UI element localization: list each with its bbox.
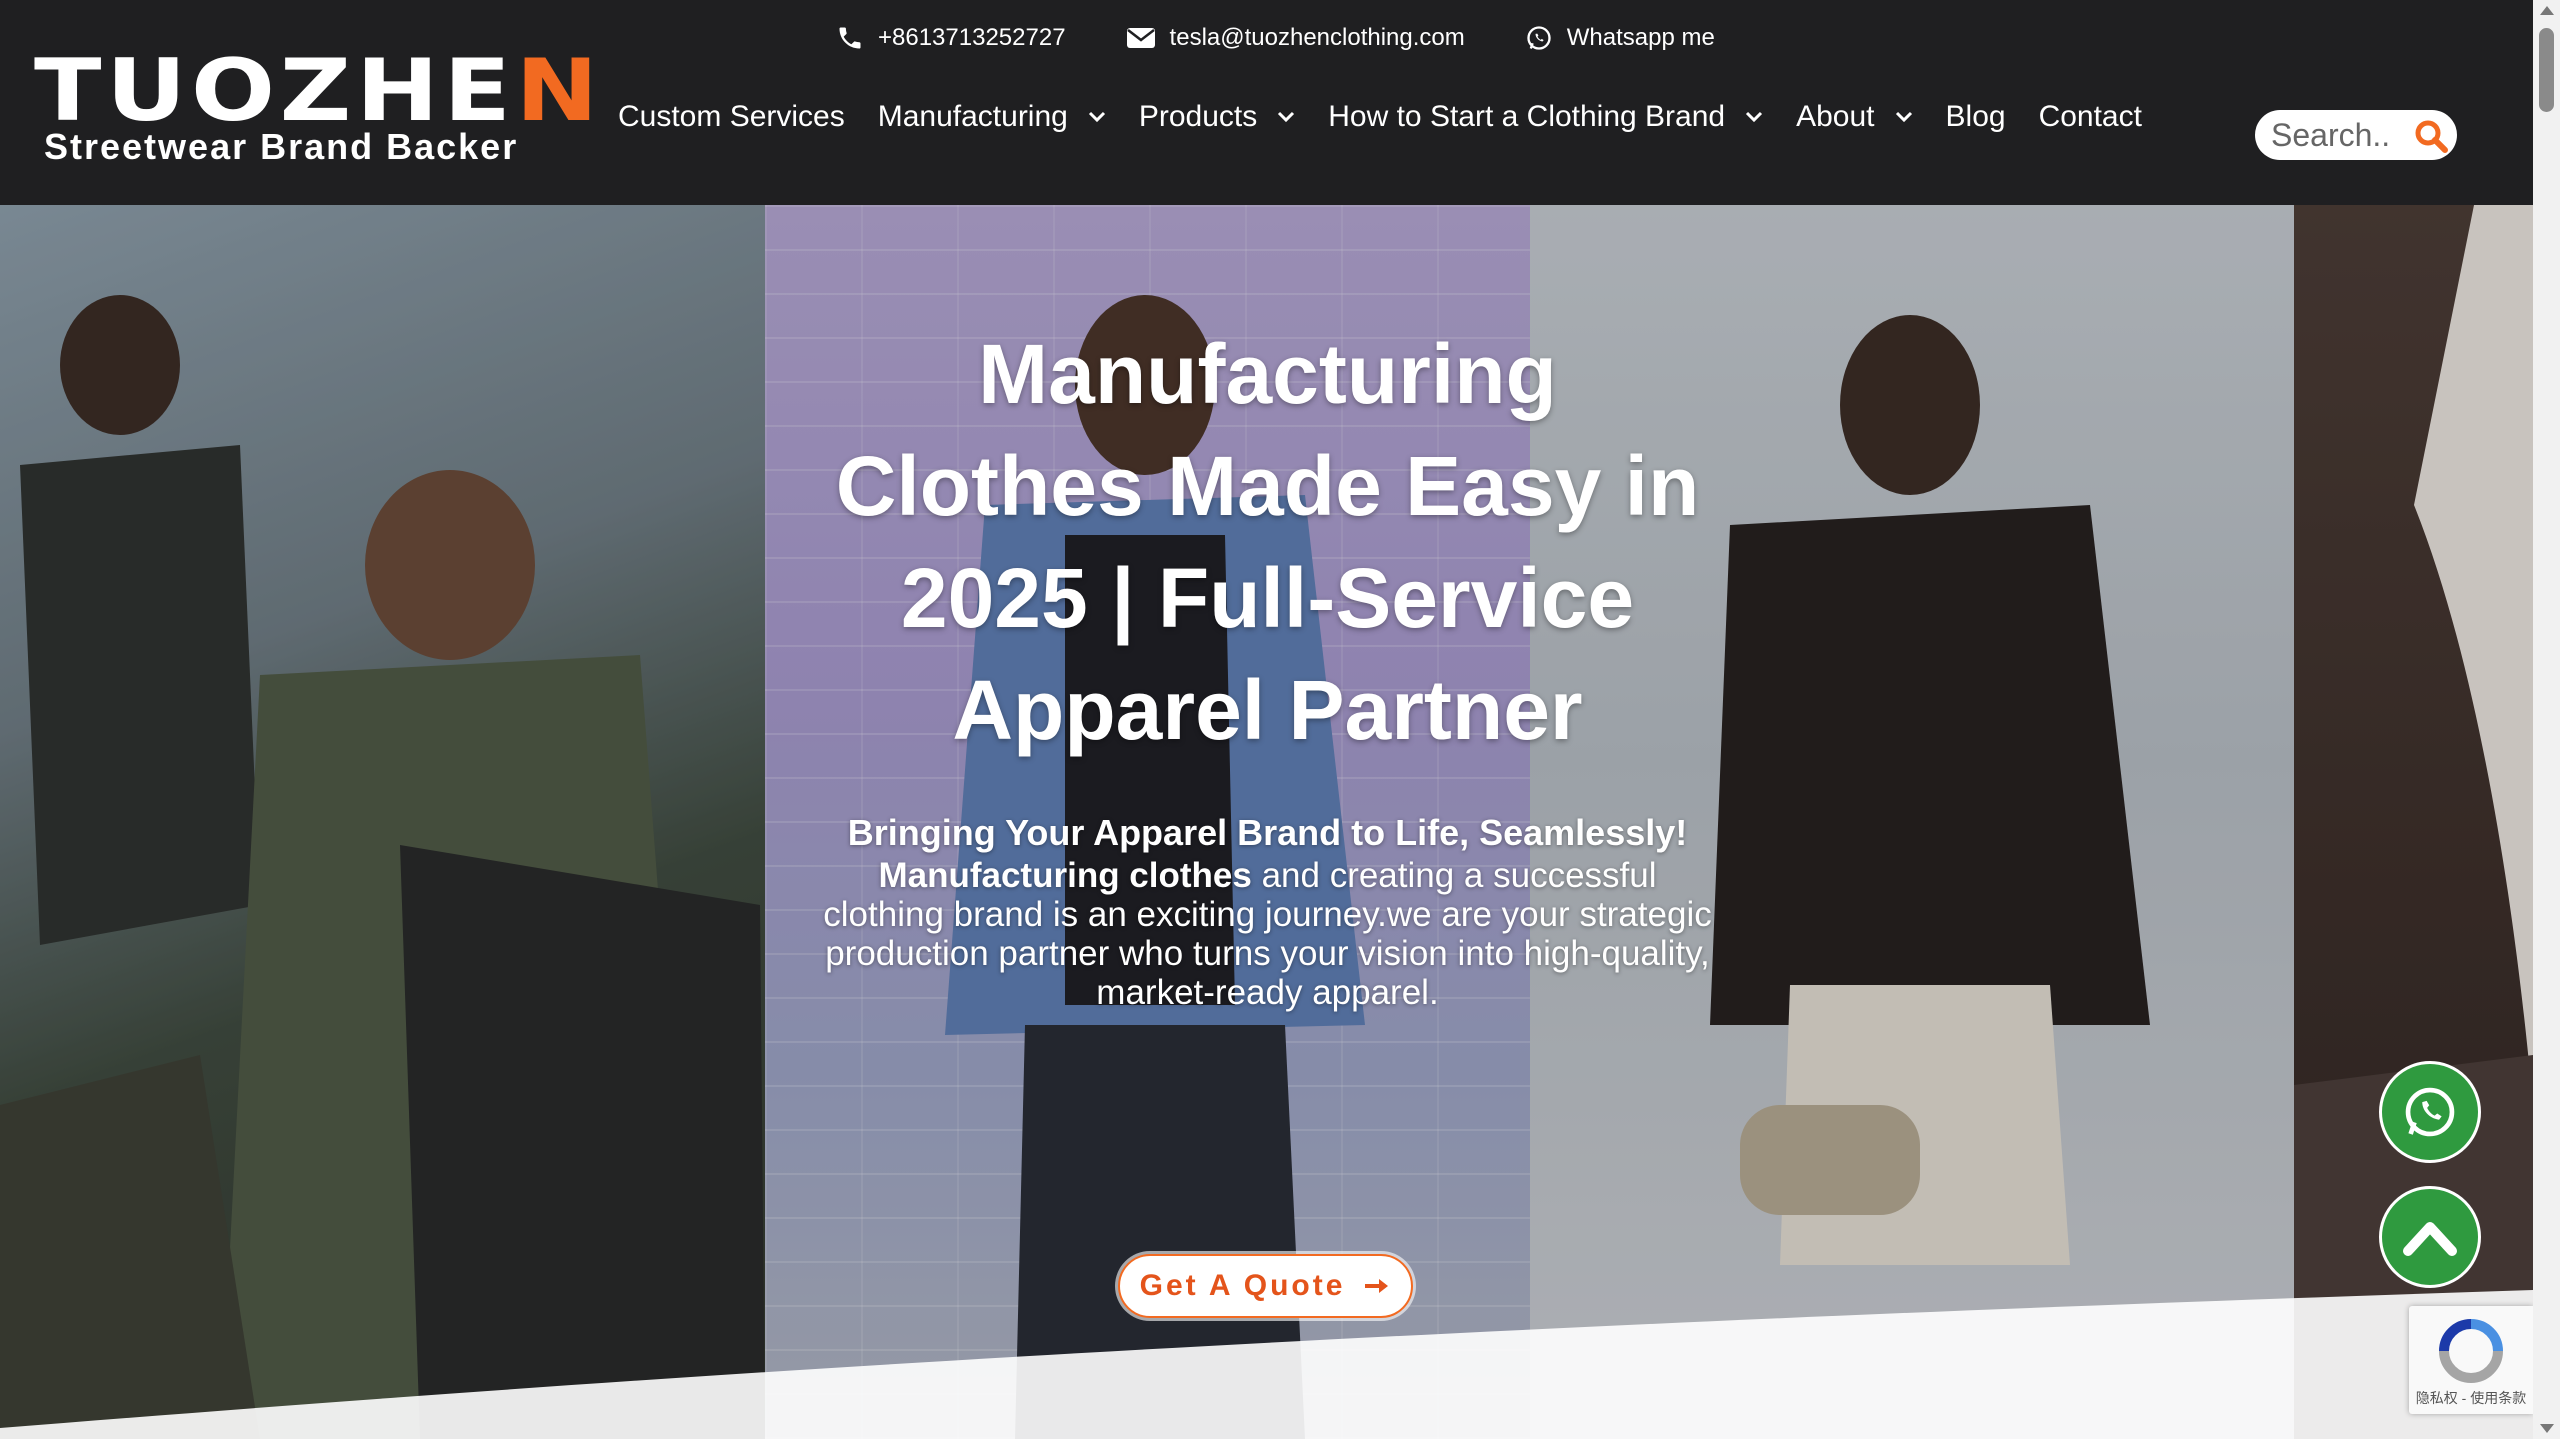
logo-wordmark: TUOZHEN <box>34 41 603 141</box>
recaptcha-footer[interactable]: 隐私权 - 使用条款 <box>2409 1388 2533 1408</box>
recaptcha-badge[interactable]: 隐私权 - 使用条款 <box>2409 1306 2533 1414</box>
recaptcha-icon <box>2439 1319 2503 1383</box>
nav-how-to-start[interactable]: How to Start a Clothing Brand <box>1328 100 1763 134</box>
whatsapp-float-button[interactable] <box>2379 1061 2481 1163</box>
email-address: tesla@tuozhenclothing.com <box>1169 24 1465 51</box>
search-box <box>2255 110 2457 160</box>
whatsapp-icon <box>2405 1087 2455 1137</box>
scroll-up-arrow[interactable] <box>2540 6 2554 15</box>
nav-custom-services[interactable]: Custom Services <box>618 100 845 134</box>
nav-blog[interactable]: Blog <box>1946 100 2006 134</box>
phone-icon <box>839 27 861 49</box>
nav-label: Blog <box>1945 100 2006 133</box>
whatsapp-contact[interactable]: Whatsapp me <box>1525 24 1715 52</box>
scroll-thumb[interactable] <box>2539 28 2554 112</box>
nav-label: How to Start a Clothing Brand <box>1328 100 1726 133</box>
logo[interactable]: TUOZHEN Streetwear Brand Backer <box>34 48 598 168</box>
contact-bar: +8613713252727 tesla@tuozhenclothing.com… <box>836 20 1775 56</box>
nav-products[interactable]: Products <box>1139 100 1295 134</box>
search-input[interactable] <box>2269 115 2413 155</box>
back-to-top-button[interactable] <box>2379 1186 2481 1288</box>
arrow-right-icon <box>1365 1279 1389 1293</box>
nav-label: Custom Services <box>618 100 845 133</box>
scroll-down-arrow[interactable] <box>2540 1424 2554 1433</box>
site-header: TUOZHEN Streetwear Brand Backer +8613713… <box>0 0 2533 205</box>
chevron-down-icon <box>1895 111 1912 123</box>
hero-title: Manufacturing Clothes Made Easy in 2025 … <box>835 327 1700 757</box>
hero-body-strong: Manufacturing clothes <box>878 856 1252 895</box>
phone-number: +8613713252727 <box>878 24 1066 51</box>
chevron-up-icon <box>2403 1222 2457 1256</box>
search-icon[interactable] <box>2413 118 2449 154</box>
nav-label: Contact <box>2038 100 2142 133</box>
phone-contact[interactable]: +8613713252727 <box>836 24 1066 52</box>
main-nav: Custom Services Manufacturing Products H… <box>618 100 2175 134</box>
get-quote-button[interactable]: Get A Quote <box>1118 1254 1413 1318</box>
whatsapp-label: Whatsapp me <box>1566 24 1715 51</box>
nav-manufacturing[interactable]: Manufacturing <box>878 100 1106 134</box>
logo-tagline: Streetwear Brand Backer <box>44 126 519 167</box>
email-contact[interactable]: tesla@tuozhenclothing.com <box>1126 24 1465 52</box>
hero-copy: Manufacturing Clothes Made Easy in 2025 … <box>820 318 1715 1012</box>
get-quote-label: Get A Quote <box>1139 1269 1346 1302</box>
nav-contact[interactable]: Contact <box>2039 100 2142 134</box>
nav-label: Products <box>1138 100 1258 133</box>
nav-label: About <box>1796 100 1875 133</box>
envelope-icon <box>1126 28 1155 48</box>
page-scrollbar[interactable] <box>2533 0 2560 1439</box>
hero-body: Manufacturing clothes and creating a suc… <box>820 856 1715 1012</box>
nav-about[interactable]: About <box>1796 100 1912 134</box>
hero-lead: Bringing Your Apparel Brand to Life, Sea… <box>847 812 1688 853</box>
chevron-down-icon <box>1278 111 1295 123</box>
chevron-down-icon <box>1746 111 1763 123</box>
whatsapp-icon <box>1527 26 1551 50</box>
chevron-down-icon <box>1088 111 1105 123</box>
nav-label: Manufacturing <box>877 100 1068 133</box>
